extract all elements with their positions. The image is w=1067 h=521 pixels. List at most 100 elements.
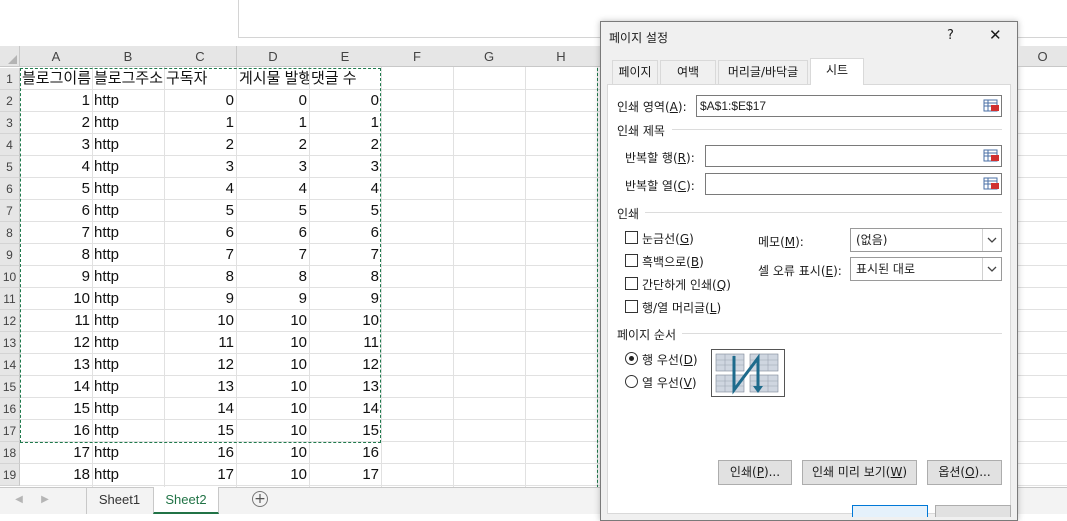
header-cell[interactable]: 게시물 발행	[237, 68, 309, 90]
data-cell[interactable]: 1	[20, 90, 92, 112]
data-cell[interactable]: 16	[309, 442, 381, 464]
print-preview-button[interactable]: 인쇄 미리 보기(W)	[802, 460, 917, 485]
data-cell[interactable]: 9	[20, 266, 92, 288]
data-cell[interactable]: http	[92, 420, 164, 442]
data-cell[interactable]: 7	[309, 244, 381, 266]
row-header[interactable]: 4	[0, 134, 20, 156]
row-header[interactable]: 8	[0, 222, 20, 244]
data-cell[interactable]: 15	[164, 420, 236, 442]
data-cell[interactable]: 1	[237, 112, 309, 134]
data-cell[interactable]: 11	[164, 332, 236, 354]
data-cell[interactable]: 2	[309, 134, 381, 156]
data-cell[interactable]: 12	[20, 332, 92, 354]
collapse-dialog-icon[interactable]	[981, 146, 1001, 166]
data-cell[interactable]: http	[92, 244, 164, 266]
row-header[interactable]: 11	[0, 288, 20, 310]
over-then-down-radio[interactable]	[625, 375, 638, 388]
data-cell[interactable]: 2	[237, 134, 309, 156]
scroll-left-icon[interactable]: ◀	[12, 492, 26, 508]
data-cell[interactable]: 6	[20, 200, 92, 222]
data-cell[interactable]: 17	[164, 464, 236, 486]
data-cell[interactable]: 7	[237, 244, 309, 266]
sheet-tab-sheet2[interactable]: Sheet2	[153, 487, 219, 514]
data-cell[interactable]: http	[92, 200, 164, 222]
data-cell[interactable]: 10	[237, 464, 309, 486]
plus-circle-icon[interactable]: +	[252, 491, 268, 507]
row-header[interactable]: 9	[0, 244, 20, 266]
data-cell[interactable]: http	[92, 90, 164, 112]
data-cell[interactable]: 0	[237, 90, 309, 112]
gridlines-checkbox[interactable]	[625, 231, 638, 244]
data-cell[interactable]: 16	[20, 420, 92, 442]
data-cell[interactable]: 2	[164, 134, 236, 156]
row-header[interactable]: 16	[0, 398, 20, 420]
close-icon[interactable]: ✕	[989, 26, 1002, 44]
data-cell[interactable]: 15	[20, 398, 92, 420]
data-cell[interactable]: 4	[237, 178, 309, 200]
cell-errors-select[interactable]: 표시된 대로	[850, 257, 1002, 281]
data-cell[interactable]: http	[92, 464, 164, 486]
data-cell[interactable]: 13	[309, 376, 381, 398]
data-cell[interactable]: 5	[20, 178, 92, 200]
row-header[interactable]: 12	[0, 310, 20, 332]
tab-page[interactable]: 페이지	[612, 60, 658, 84]
data-cell[interactable]: http	[92, 134, 164, 156]
data-cell[interactable]: 10	[164, 310, 236, 332]
data-cell[interactable]: 2	[20, 112, 92, 134]
chevron-down-icon[interactable]	[982, 229, 1001, 251]
data-cell[interactable]: http	[92, 310, 164, 332]
data-cell[interactable]: 4	[164, 178, 236, 200]
data-cell[interactable]: 12	[164, 354, 236, 376]
tab-margins[interactable]: 여백	[660, 60, 716, 84]
data-cell[interactable]: 17	[20, 442, 92, 464]
collapse-dialog-icon[interactable]	[981, 96, 1001, 116]
column-header-h[interactable]: H	[525, 46, 598, 67]
data-cell[interactable]: 4	[20, 156, 92, 178]
header-cell[interactable]: 블로그주소	[92, 68, 164, 90]
print-button[interactable]: 인쇄(P)...	[718, 460, 792, 485]
collapse-dialog-icon[interactable]	[981, 174, 1001, 194]
data-cell[interactable]: 10	[20, 288, 92, 310]
data-cell[interactable]: 3	[309, 156, 381, 178]
row-header[interactable]: 6	[0, 178, 20, 200]
data-cell[interactable]: http	[92, 112, 164, 134]
black-white-checkbox[interactable]	[625, 254, 638, 267]
data-cell[interactable]: http	[92, 398, 164, 420]
tab-header-footer[interactable]: 머리글/바닥글	[718, 60, 808, 84]
row-header[interactable]: 19	[0, 464, 20, 486]
data-cell[interactable]: 0	[309, 90, 381, 112]
row-header[interactable]: 17	[0, 420, 20, 442]
data-cell[interactable]: 6	[309, 222, 381, 244]
data-cell[interactable]: 5	[237, 200, 309, 222]
data-cell[interactable]: 1	[309, 112, 381, 134]
row-header[interactable]: 14	[0, 354, 20, 376]
repeat-cols-input[interactable]	[705, 173, 1002, 195]
column-header-d[interactable]: D	[237, 46, 310, 67]
down-then-over-radio[interactable]	[625, 352, 638, 365]
cancel-button[interactable]	[935, 505, 1011, 517]
column-header-a[interactable]: A	[20, 46, 93, 67]
data-cell[interactable]: http	[92, 376, 164, 398]
data-cell[interactable]: 3	[20, 134, 92, 156]
data-cell[interactable]: 0	[164, 90, 236, 112]
data-cell[interactable]: 10	[237, 398, 309, 420]
data-cell[interactable]: 6	[164, 222, 236, 244]
column-header-g[interactable]: G	[453, 46, 526, 67]
row-header[interactable]: 15	[0, 376, 20, 398]
data-cell[interactable]: 14	[309, 398, 381, 420]
column-header-f[interactable]: F	[381, 46, 454, 67]
row-col-headings-checkbox[interactable]	[625, 300, 638, 313]
data-cell[interactable]: 10	[237, 332, 309, 354]
data-cell[interactable]: 14	[164, 398, 236, 420]
data-cell[interactable]: 5	[164, 200, 236, 222]
data-cell[interactable]: 12	[309, 354, 381, 376]
tab-sheet[interactable]: 시트	[810, 58, 864, 85]
help-icon[interactable]: ?	[947, 28, 954, 43]
data-cell[interactable]: 9	[164, 288, 236, 310]
data-cell[interactable]: 17	[309, 464, 381, 486]
header-cell[interactable]: 구독자	[164, 68, 236, 90]
data-cell[interactable]: 11	[20, 310, 92, 332]
chevron-down-icon[interactable]	[982, 258, 1001, 280]
data-cell[interactable]: 18	[20, 464, 92, 486]
data-cell[interactable]: 15	[309, 420, 381, 442]
